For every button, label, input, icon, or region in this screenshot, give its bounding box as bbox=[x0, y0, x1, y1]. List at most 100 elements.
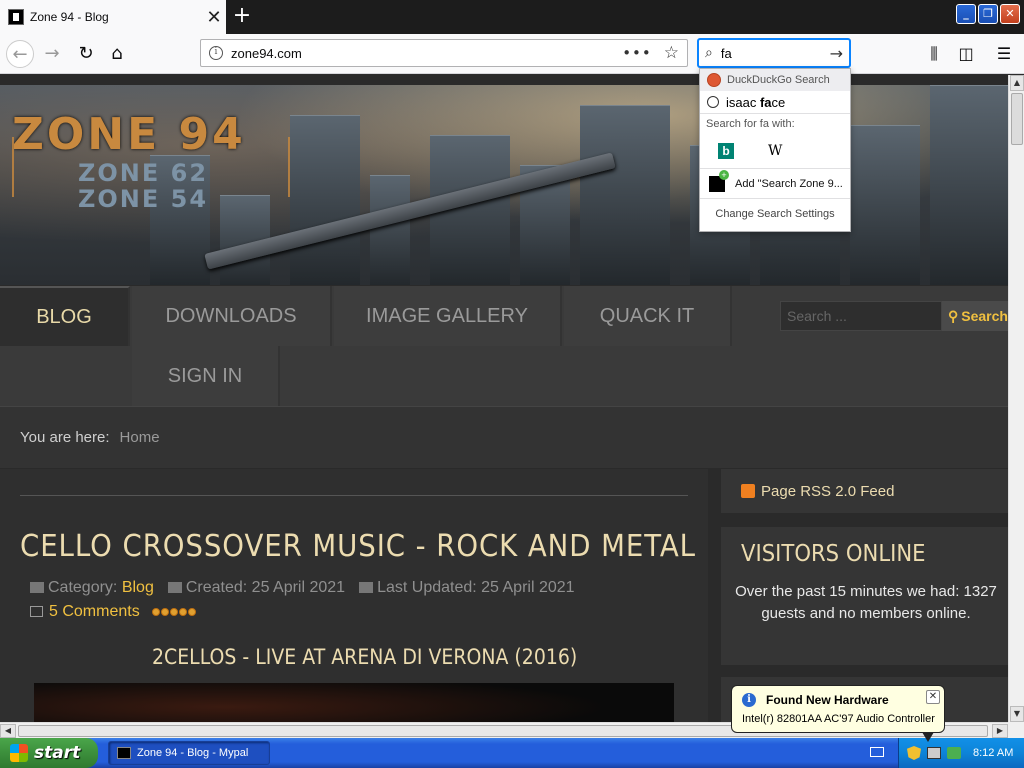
scroll-up-arrow-icon[interactable]: ▲ bbox=[1010, 75, 1024, 91]
breadcrumb-home-link[interactable]: Home bbox=[120, 429, 160, 446]
star-icon bbox=[187, 608, 196, 616]
breadcrumb-label: You are here: bbox=[20, 429, 110, 446]
forward-arrow-icon[interactable]: → bbox=[38, 40, 66, 68]
star-icon bbox=[178, 608, 187, 616]
star-icon bbox=[160, 608, 169, 616]
network-icon[interactable] bbox=[927, 747, 941, 759]
balloon-message: Intel(r) 82801AA AC'97 Audio Controller bbox=[742, 713, 935, 725]
dropdown-engine-header: DuckDuckGo Search bbox=[700, 69, 850, 91]
balloon-close-icon[interactable]: ✕ bbox=[926, 690, 940, 704]
minimize-button[interactable]: _ bbox=[956, 4, 976, 24]
search-input[interactable]: fa bbox=[721, 46, 830, 61]
taskbar-item-browser[interactable]: Zone 94 - Blog - Mypal bbox=[108, 741, 270, 765]
security-shield-icon[interactable] bbox=[907, 746, 921, 760]
close-window-button[interactable]: ✕ bbox=[1000, 4, 1020, 24]
site-search-input[interactable]: Search ... bbox=[780, 301, 942, 331]
main-menu: BLOG DOWNLOADS IMAGE GALLERY QUACK IT SI… bbox=[0, 286, 1008, 406]
add-search-engine-item[interactable]: Add "Search Zone 9... bbox=[700, 169, 850, 199]
visitors-online-module: VISITORS ONLINE Over the past 15 minutes… bbox=[721, 527, 1008, 665]
menu-item-quack-it[interactable]: QUACK IT bbox=[564, 286, 732, 346]
scroll-thumb[interactable] bbox=[1011, 93, 1023, 145]
browser-tab[interactable]: Zone 94 - Blog ✕ bbox=[0, 0, 226, 34]
system-tray: 8:12 AM bbox=[898, 738, 1024, 768]
tab-strip: Zone 94 - Blog ✕ + _ ❐ ✕ bbox=[0, 0, 1024, 34]
category-label: Category: bbox=[48, 579, 118, 596]
restore-button[interactable]: ❐ bbox=[978, 4, 998, 24]
suggestion-suffix: ce bbox=[771, 94, 786, 110]
bing-icon[interactable]: b bbox=[718, 142, 734, 159]
article-subtitle: 2CELLOS - LIVE AT ARENA DI VERONA (2016) bbox=[152, 645, 578, 669]
star-icon bbox=[169, 608, 178, 616]
site-info-icon[interactable]: i bbox=[209, 46, 223, 60]
visitors-title: VISITORS ONLINE bbox=[741, 541, 926, 567]
page-actions-icon[interactable]: ••• bbox=[622, 44, 652, 62]
safely-remove-hardware-icon[interactable] bbox=[947, 747, 961, 759]
site-logo[interactable]: ZONE 94 ZONE 62 ZONE 54 bbox=[12, 109, 290, 212]
url-text[interactable]: zone94.com bbox=[231, 46, 622, 61]
menu-item-downloads[interactable]: DOWNLOADS bbox=[132, 286, 332, 346]
start-label: start bbox=[34, 743, 81, 763]
taskbar-item-label: Zone 94 - Blog - Mypal bbox=[137, 747, 249, 759]
article-comments-row: 5 Comments bbox=[30, 603, 196, 621]
menu-item-blog[interactable]: BLOG bbox=[0, 286, 130, 346]
video-embed[interactable] bbox=[34, 683, 674, 722]
calendar-icon bbox=[167, 582, 182, 594]
history-clock-icon bbox=[707, 96, 719, 108]
search-for-label: Search for fa with: bbox=[700, 113, 850, 133]
search-bar[interactable]: ⌕ fa → bbox=[698, 39, 850, 67]
folder-icon bbox=[30, 582, 44, 594]
window-controls: _ ❐ ✕ bbox=[956, 4, 1024, 24]
calendar-edit-icon bbox=[359, 582, 374, 594]
rss-feed-link[interactable]: Page RSS 2.0 Feed bbox=[721, 469, 1008, 513]
tab-close-icon[interactable]: ✕ bbox=[202, 7, 226, 28]
search-suggestions-dropdown: DuckDuckGo Search isaac fa ce Search for … bbox=[699, 68, 851, 232]
breadcrumb: You are here: Home bbox=[0, 406, 1008, 468]
library-icon[interactable]: ⫼ bbox=[920, 40, 948, 68]
sidebar-toggle-icon[interactable]: ◫ bbox=[952, 40, 980, 68]
menu-hamburger-icon[interactable]: ☰ bbox=[990, 40, 1018, 68]
duckduckgo-icon bbox=[707, 73, 721, 87]
wikipedia-icon[interactable]: W bbox=[768, 143, 782, 159]
reload-icon[interactable]: ↻ bbox=[72, 40, 100, 68]
back-arrow-icon[interactable]: ← bbox=[6, 40, 34, 68]
created-date: Created: 25 April 2021 bbox=[185, 579, 346, 596]
balloon-title: Found New Hardware bbox=[766, 693, 889, 707]
vertical-scrollbar[interactable]: ▲ ▼ bbox=[1008, 75, 1024, 722]
category-link[interactable]: Blog bbox=[122, 579, 154, 596]
site-banner: ZONE 94 ZONE 62 ZONE 54 bbox=[0, 85, 1008, 285]
comment-icon bbox=[30, 606, 43, 618]
search-engine-icon[interactable]: ⌕ bbox=[705, 45, 713, 61]
hardware-notification-balloon[interactable]: i Found New Hardware Intel(r) 82801AA AC… bbox=[731, 685, 945, 742]
site-favicon-icon bbox=[8, 9, 24, 25]
article-title[interactable]: CELLO CROSSOVER MUSIC - ROCK AND METAL bbox=[20, 529, 696, 564]
rss-label: Page RSS 2.0 Feed bbox=[761, 482, 895, 500]
visitors-text: Over the past 15 minutes we had: 1327 gu… bbox=[735, 583, 997, 622]
windows-logo-icon bbox=[10, 744, 28, 762]
suggestion-match: fa bbox=[759, 94, 772, 110]
home-icon[interactable]: ⌂ bbox=[103, 40, 131, 68]
menu-item-sign-in[interactable]: SIGN IN bbox=[132, 346, 280, 406]
history-suggestion[interactable]: isaac fa ce bbox=[700, 91, 850, 113]
menu-item-image-gallery[interactable]: IMAGE GALLERY bbox=[334, 286, 562, 346]
search-go-arrow-icon[interactable]: → bbox=[830, 44, 843, 63]
start-button[interactable]: start bbox=[0, 738, 98, 768]
scroll-left-arrow-icon[interactable]: ◀ bbox=[0, 724, 16, 738]
keyboard-icon[interactable] bbox=[870, 747, 884, 757]
browser-app-icon bbox=[117, 747, 131, 759]
tab-title: Zone 94 - Blog bbox=[30, 10, 109, 24]
suggestion-prefix: isaac bbox=[726, 94, 760, 110]
rss-icon bbox=[741, 484, 755, 498]
address-bar[interactable]: i zone94.com ••• ☆ bbox=[200, 39, 688, 67]
scroll-down-arrow-icon[interactable]: ▼ bbox=[1010, 706, 1024, 722]
scroll-right-arrow-icon[interactable]: ▶ bbox=[992, 724, 1008, 738]
updated-date: Last Updated: 25 April 2021 bbox=[377, 579, 575, 596]
rating-stars[interactable] bbox=[151, 608, 196, 616]
new-tab-button[interactable]: + bbox=[228, 3, 256, 31]
search-icon: ⚲ bbox=[948, 307, 959, 324]
taskbar: start Zone 94 - Blog - Mypal 8:12 AM bbox=[0, 738, 1024, 768]
comments-link[interactable]: 5 Comments bbox=[30, 603, 140, 621]
bookmark-star-icon[interactable]: ☆ bbox=[664, 43, 679, 63]
add-engine-label: Add "Search Zone 9... bbox=[735, 177, 843, 190]
site-search-button[interactable]: ⚲ Search bbox=[942, 301, 1008, 331]
change-search-settings-button[interactable]: Change Search Settings bbox=[700, 199, 850, 229]
